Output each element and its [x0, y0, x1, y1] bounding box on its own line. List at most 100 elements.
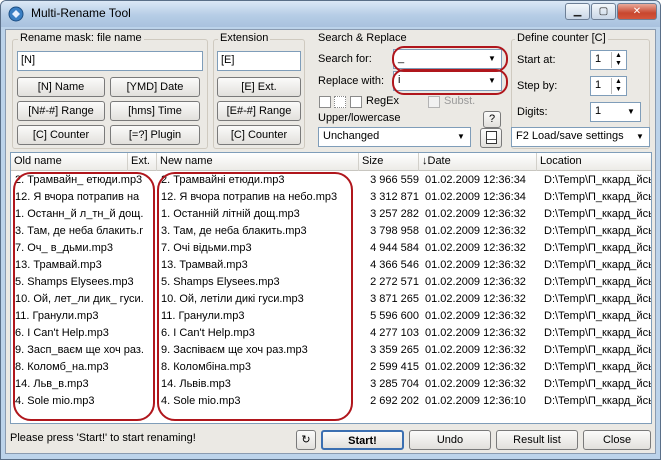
ext-range-button[interactable]: [E#-#] Range: [217, 101, 301, 121]
old-name-cell: 12. Я вчора потрапив на не: [15, 191, 143, 203]
start-at-value: 1: [595, 53, 602, 65]
start-at-spinner[interactable]: 1 ▲ ▼: [590, 50, 627, 70]
location-cell: D:\Temp\П_ккард_йськ: [544, 191, 652, 203]
old-name-cell: 13. Трамвай.mp3: [15, 259, 102, 271]
table-row[interactable]: 11. Гранули.mp3 11. Гранули.mp3 5 596 600 0…: [11, 309, 651, 326]
app-icon: [8, 6, 24, 22]
table-row[interactable]: 13. Трамвай.mp3 13. Трамвай.mp3 4 366 546 0…: [11, 258, 651, 275]
refresh-button[interactable]: ↻: [296, 430, 316, 450]
table-row[interactable]: 12. Я вчора потрапив на не 12. Я вчора по…: [11, 190, 651, 207]
table-row[interactable]: 7. Оч_ в_дьми.mp3 7. Очі відьми.mp3 4 944 …: [11, 241, 651, 258]
digits-combo[interactable]: 1 ▼: [590, 102, 641, 122]
location-cell: D:\Temp\П_ккард_йськ: [544, 225, 652, 237]
close-window-button[interactable]: ✕: [617, 3, 657, 20]
size-cell: 2 272 571: [370, 276, 419, 288]
old-name-cell: 5. Shamps Elysees.mp3: [15, 276, 134, 288]
file-rows: 2. Трамвайн_ етюди.mp3 2. Трамвайні етюди…: [11, 173, 651, 411]
regex-checkbox[interactable]: [350, 96, 362, 108]
date-button[interactable]: [YMD] Date: [110, 77, 200, 97]
column-new-name[interactable]: New name: [157, 153, 359, 171]
undo-button[interactable]: Undo: [409, 430, 491, 450]
result-list-button[interactable]: Result list: [496, 430, 578, 450]
table-row[interactable]: 8. Коломб_на.mp3 8. Коломбіна.mp3 2 599 41…: [11, 360, 651, 377]
case-combo[interactable]: Unchanged ▼: [318, 127, 471, 147]
column-date[interactable]: ↓Date: [419, 153, 537, 171]
range-button[interactable]: [N#-#] Range: [17, 101, 105, 121]
ext-button[interactable]: [E] Ext.: [217, 77, 301, 97]
table-row[interactable]: 14. Льв_в.mp3 14. Львів.mp3 3 285 704 01.02…: [11, 377, 651, 394]
case-sensitive-checkbox[interactable]: [319, 96, 331, 108]
table-row[interactable]: 1. Останн_й л_тн_й дощ.mp3 1. Останній лі…: [11, 207, 651, 224]
location-cell: D:\Temp\П_ккард_йськ: [544, 293, 652, 305]
old-name-cell: 9. Засп_ваєм ще хоч раз.mp3: [15, 344, 143, 356]
ext-counter-button[interactable]: [C] Counter: [217, 125, 301, 145]
old-name-cell: 14. Льв_в.mp3: [15, 378, 89, 390]
load-save-settings-combo[interactable]: F2 Load/save settings ▼: [511, 127, 650, 147]
size-cell: 3 312 871: [370, 191, 419, 203]
spin-arrows-icon[interactable]: ▲ ▼: [611, 78, 625, 94]
new-name-cell: 4. Sole mio.mp3: [161, 395, 241, 407]
plugin-button[interactable]: [=?] Plugin: [110, 125, 200, 145]
table-row[interactable]: 5. Shamps Elysees.mp3 5. Shamps Elysees.m…: [11, 275, 651, 292]
old-name-cell: 2. Трамвайн_ етюди.mp3: [15, 174, 143, 186]
digits-label: Digits:: [517, 106, 548, 118]
size-cell: 5 596 600: [370, 310, 419, 322]
table-row[interactable]: 4. Sole mio.mp3 4. Sole mio.mp3 2 692 202 0…: [11, 394, 651, 411]
edit-names-button[interactable]: [480, 128, 502, 148]
new-name-cell: 6. I Can't Help.mp3: [161, 327, 255, 339]
column-old-name[interactable]: Old name: [11, 153, 128, 171]
spin-arrows-icon[interactable]: ▲ ▼: [611, 52, 625, 68]
size-cell: 3 359 265: [370, 344, 419, 356]
chevron-down-icon: ▼: [627, 107, 635, 116]
table-row[interactable]: 6. I Can't Help.mp3 6. I Can't Help.mp3 4 …: [11, 326, 651, 343]
table-row[interactable]: 3. Там, де неба блакить.mp3 3. Там, де не…: [11, 224, 651, 241]
size-cell: 3 798 958: [370, 225, 419, 237]
date-cell: 01.02.2009 12:36:32: [425, 293, 526, 305]
new-name-cell: 14. Львів.mp3: [161, 378, 231, 390]
case-value: Unchanged: [323, 130, 380, 142]
location-cell: D:\Temp\П_ккард_йськ: [544, 242, 652, 254]
table-row[interactable]: 9. Засп_ваєм ще хоч раз.mp3 9. Заспіваєм …: [11, 343, 651, 360]
refresh-icon: ↻: [301, 434, 311, 446]
rename-mask-input[interactable]: [N]: [17, 51, 203, 71]
only-first-checkbox[interactable]: [334, 96, 346, 108]
help-button[interactable]: ?: [483, 111, 501, 128]
date-cell: 01.02.2009 12:36:32: [425, 327, 526, 339]
date-cell: 01.02.2009 12:36:32: [425, 208, 526, 220]
minimize-button[interactable]: ▁: [565, 3, 590, 20]
location-cell: D:\Temp\П_ккард_йськ: [544, 327, 652, 339]
step-by-value: 1: [595, 79, 602, 91]
new-name-cell: 10. Ой, летіли дикі гуси.mp3: [161, 293, 304, 305]
new-name-cell: 7. Очі відьми.mp3: [161, 242, 252, 254]
name-button[interactable]: [N] Name: [17, 77, 105, 97]
size-cell: 4 277 103: [370, 327, 419, 339]
table-row[interactable]: 2. Трамвайн_ етюди.mp3 2. Трамвайні етюди…: [11, 173, 651, 190]
column-size[interactable]: Size: [359, 153, 419, 171]
column-ext[interactable]: Ext.: [128, 153, 157, 171]
old-name-cell: 11. Гранули.mp3: [15, 310, 99, 322]
counter-button[interactable]: [C] Counter: [17, 125, 105, 145]
column-location[interactable]: Location: [537, 153, 651, 171]
new-name-cell: 8. Коломбіна.mp3: [161, 361, 252, 373]
date-cell: 01.02.2009 12:36:34: [425, 174, 526, 186]
regex-label: RegEx: [366, 95, 400, 107]
replace-with-combo[interactable]: і ▼: [393, 71, 502, 91]
file-list[interactable]: Old name Ext. New name Size ↓Date Locati…: [10, 152, 652, 424]
step-by-spinner[interactable]: 1 ▲ ▼: [590, 76, 627, 96]
size-cell: 4 944 584: [370, 242, 419, 254]
close-button[interactable]: Close: [583, 430, 651, 450]
extension-input[interactable]: [E]: [217, 51, 301, 71]
table-row[interactable]: 10. Ой, лет_ли дик_ гуси.mp3 10. Ой, леті…: [11, 292, 651, 309]
date-cell: 01.02.2009 12:36:32: [425, 259, 526, 271]
new-name-cell: 9. Заспіваєм ще хоч раз.mp3: [161, 344, 308, 356]
new-name-cell: 13. Трамвай.mp3: [161, 259, 248, 271]
maximize-button[interactable]: ▢: [591, 3, 616, 20]
size-cell: 3 285 704: [370, 378, 419, 390]
search-for-label: Search for:: [318, 53, 372, 65]
multi-rename-window: Multi-Rename Tool ▁ ▢ ✕ Rename mask: fil…: [0, 0, 661, 460]
start-button[interactable]: Start!: [321, 430, 404, 450]
time-button[interactable]: [hms] Time: [110, 101, 200, 121]
digits-value: 1: [595, 105, 602, 117]
search-for-combo[interactable]: _ ▼: [393, 49, 502, 69]
location-cell: D:\Temp\П_ккард_йськ: [544, 174, 652, 186]
